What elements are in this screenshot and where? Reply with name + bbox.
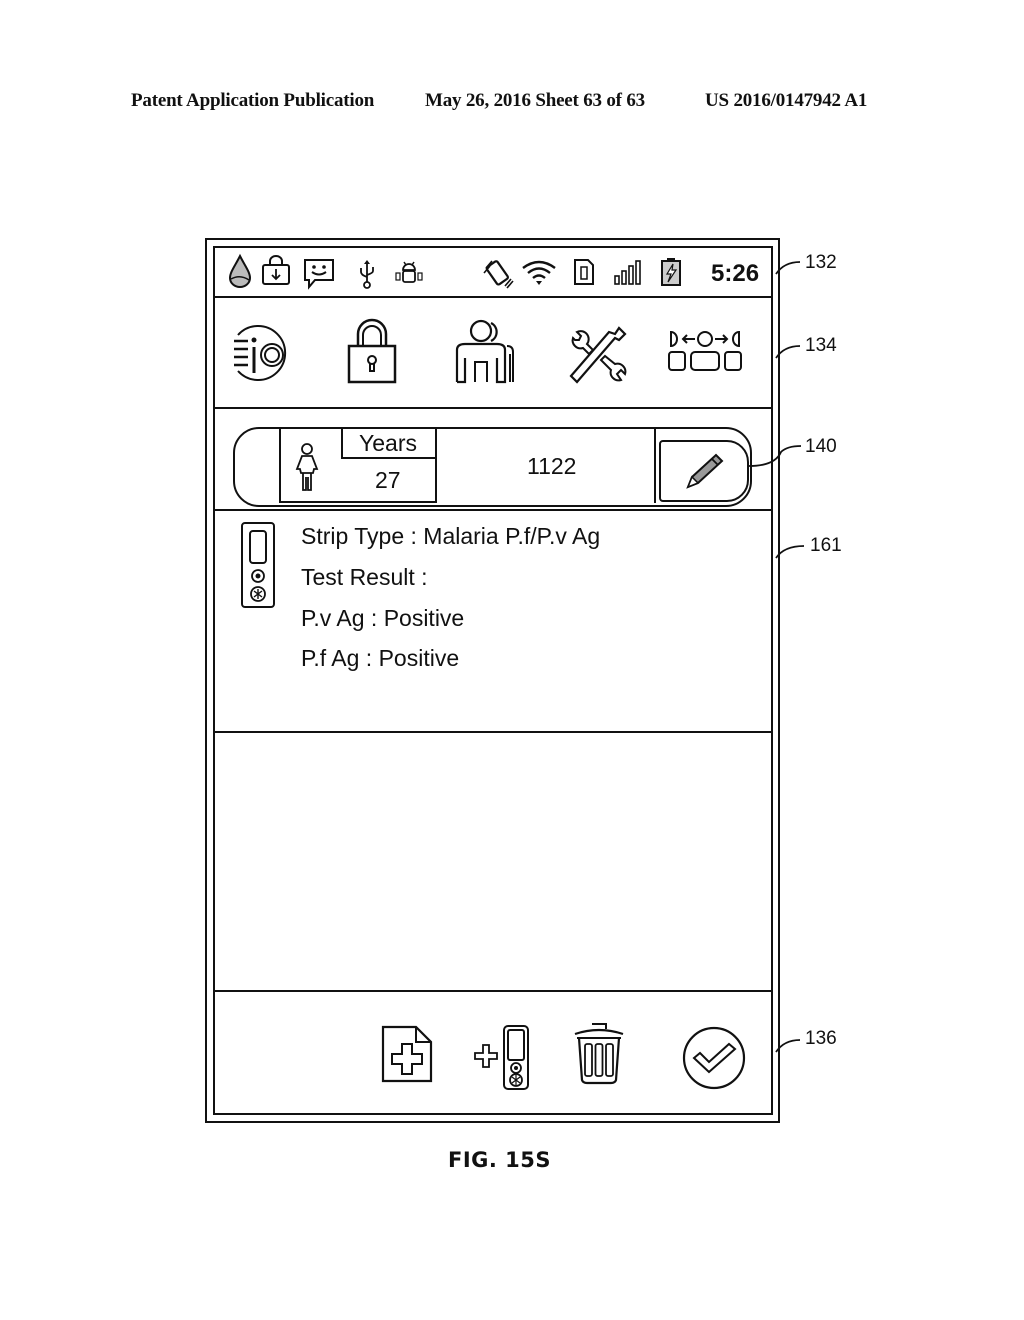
age-unit-label: Years [359,430,417,456]
result-line-pf: P.f Ag : Positive [301,645,460,671]
test-strip-icon [241,522,275,608]
android-debug-icon [395,261,423,283]
strip-type-text: Strip Type : Malaria P.f/P.v Ag [301,523,601,549]
io-logo-icon [234,325,287,381]
usb-icon [360,260,374,289]
toolbar [215,298,771,406]
ref-numeral-161: 161 [810,535,842,556]
wrench-screwdriver-icon [569,326,627,384]
lock-button[interactable] [346,318,398,384]
age-unit-box: Years [341,427,437,459]
delete-button[interactable] [573,1020,625,1086]
date-sheet-label: May 26, 2016 Sheet 63 of 63 [425,90,645,111]
users-icon [455,319,514,384]
toolbar-divider [215,407,771,409]
wifi-icon [522,260,556,285]
status-bar [215,248,771,296]
check-circle-icon [682,1026,746,1090]
users-button[interactable] [455,319,519,384]
add-strip-icon [474,1025,529,1090]
bottom-toolbar [215,992,771,1112]
transfer-button[interactable] [667,330,743,374]
age-value: 27 [375,467,401,493]
battery-charging-icon [661,258,681,286]
sim-card-icon [574,259,594,285]
ref-numeral-134: 134 [805,335,837,356]
add-document-icon [381,1025,433,1083]
patient-id[interactable]: 1122 [527,453,576,480]
signal-bars-icon [614,260,641,285]
edit-patient-button[interactable] [659,440,749,502]
ref-numeral-132: 132 [805,252,837,273]
app-logo-button[interactable] [232,325,296,381]
patient-age-cell: Years 27 [279,427,437,503]
confirm-button[interactable] [682,1026,746,1090]
test-result-label: Test Result : [301,564,428,590]
trash-icon [574,1023,624,1085]
pencil-icon [686,453,724,489]
smiley-message-icon [304,259,334,290]
empty-content-area [215,733,771,989]
female-icon [295,443,319,491]
ref-numeral-140: 140 [805,436,837,457]
vibrate-icon [483,260,514,289]
download-bag-icon [262,255,290,285]
patient-bar: Years 27 1122 [233,427,752,507]
status-time: 5:26 [711,260,760,287]
drop-icon [228,253,252,288]
figure-caption: FIG. 15S [448,1148,552,1172]
settings-tools-button[interactable] [567,320,631,384]
publication-label: Patent Application Publication [131,90,375,111]
add-strip-button[interactable] [467,1023,533,1091]
new-document-button[interactable] [380,1024,434,1084]
ref-numeral-136: 136 [805,1028,837,1049]
patent-number-label: US 2016/0147942 A1 [705,90,868,111]
data-transfer-icon [668,330,742,371]
padlock-icon [347,318,397,384]
result-line-pv: P.v Ag : Positive [301,605,465,631]
